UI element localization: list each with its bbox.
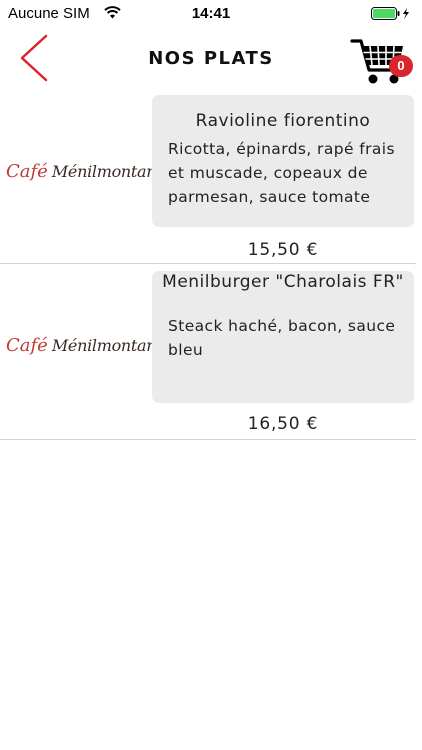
brand-logo: Café Ménilmontant — [6, 156, 163, 186]
item-description: Ricotta, épinards, rapé frais et muscade… — [168, 140, 395, 206]
item-description: Steack haché, bacon, sauce bleu — [168, 317, 396, 359]
battery-icon — [371, 7, 409, 20]
item-price: 16,50 € — [247, 414, 319, 434]
brand-logo-menilmontant: Ménilmontant — [51, 335, 163, 355]
brand-logo-menilmontant: Ménilmontant — [51, 161, 163, 181]
item-name: Menilburger "Charolais FR" — [162, 272, 404, 292]
item-name: Ravioline fiorentino — [195, 111, 371, 131]
status-bar: Aucune SIM 14:41 — [0, 0, 422, 26]
item-price: 15,50 € — [247, 240, 319, 260]
brand-logo-cafe: Café — [6, 160, 48, 182]
item-divider — [0, 439, 416, 440]
cart-count-badge: 0 — [389, 55, 413, 77]
item-card: Menilburger "Charolais FR" Steack haché,… — [152, 271, 414, 403]
brand-logo-cafe: Café — [6, 334, 48, 356]
brand-logo: Café Ménilmontant — [6, 330, 163, 360]
item-card: Ravioline fiorentino Ricotta, épinards, … — [152, 95, 414, 227]
clock: 14:41 — [191, 5, 231, 22]
nav-header: NOS PLATS 0 — [0, 26, 422, 92]
menu-item[interactable]: Café Ménilmontant Menilburger "Charolais… — [0, 264, 416, 440]
menu-item[interactable]: Café Ménilmontant Ravioline fiorentino R… — [0, 92, 416, 264]
